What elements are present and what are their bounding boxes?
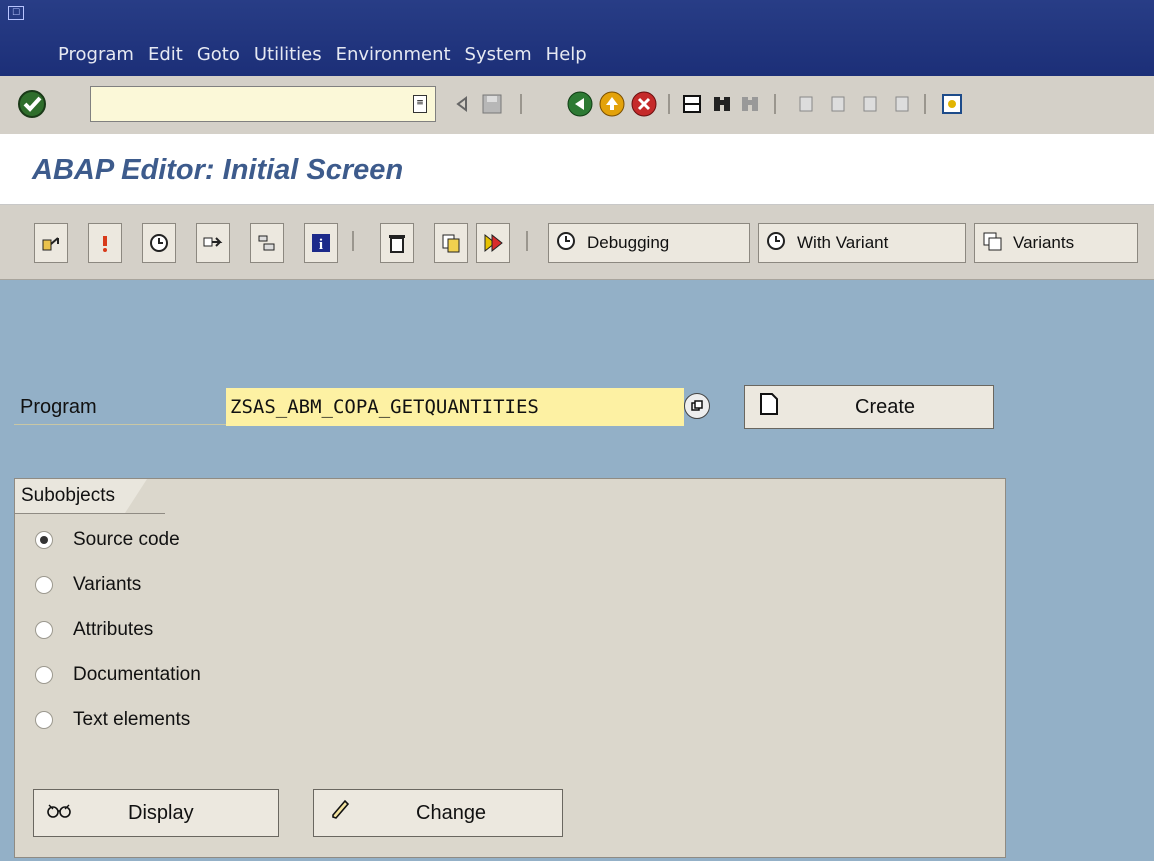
find-icon[interactable] xyxy=(708,90,736,118)
group-tab-edge xyxy=(15,513,165,514)
debugging-label: Debugging xyxy=(587,233,670,252)
change-button[interactable]: Change xyxy=(313,789,563,837)
radio-button[interactable] xyxy=(35,666,53,684)
pencil-icon xyxy=(328,798,352,828)
svg-text:i: i xyxy=(319,237,323,253)
radio-button[interactable] xyxy=(35,576,53,594)
radio-label: Variants xyxy=(73,574,142,595)
last-page-icon[interactable] xyxy=(888,90,916,118)
first-page-icon[interactable] xyxy=(792,90,820,118)
menu-edit[interactable]: Edit xyxy=(148,44,183,65)
title-bar: ABAP Editor: Initial Screen xyxy=(0,134,1154,205)
separator xyxy=(526,231,528,251)
menu-program[interactable]: Program xyxy=(58,44,134,65)
previous-page-icon[interactable] xyxy=(824,90,852,118)
radio-source-code[interactable]: Source code xyxy=(35,529,180,551)
info-icon[interactable]: i xyxy=(304,223,338,263)
separator xyxy=(352,231,354,251)
with-variant-button[interactable]: With Variant xyxy=(758,223,966,263)
value-help-icon[interactable] xyxy=(684,393,710,419)
back-icon[interactable] xyxy=(566,90,594,118)
variants-button[interactable]: Variants xyxy=(974,223,1138,263)
find-next-icon[interactable] xyxy=(736,90,764,118)
radio-label: Attributes xyxy=(73,619,154,640)
standard-toolbar: ≡ xyxy=(0,76,1154,135)
delete-icon[interactable] xyxy=(380,223,414,263)
command-field[interactable]: ≡ xyxy=(90,86,436,122)
program-label: Program xyxy=(20,396,97,418)
cancel-icon[interactable] xyxy=(630,90,658,118)
radio-variants[interactable]: Variants xyxy=(35,574,141,596)
check-icon[interactable] xyxy=(88,223,122,263)
radio-attributes[interactable]: Attributes xyxy=(35,619,153,641)
radio-label: Documentation xyxy=(73,664,201,685)
menu-utilities[interactable]: Utilities xyxy=(254,44,322,65)
new-document-icon xyxy=(759,392,779,422)
create-label: Create xyxy=(855,395,916,418)
menu-bar: ☐ Program Edit Goto Utilities Environmen… xyxy=(0,0,1154,76)
debugging-button[interactable]: Debugging xyxy=(548,223,750,263)
copy-icon[interactable] xyxy=(434,223,468,263)
menu-help[interactable]: Help xyxy=(546,44,587,65)
separator xyxy=(774,94,776,114)
exit-icon[interactable] xyxy=(598,90,626,118)
back-arrow-icon[interactable] xyxy=(448,90,476,118)
glasses-icon xyxy=(46,800,72,826)
separator xyxy=(668,94,670,114)
where-used-icon[interactable] xyxy=(34,223,68,263)
execute-icon[interactable] xyxy=(142,223,176,263)
variants-icon xyxy=(981,230,1003,257)
separator xyxy=(520,94,522,114)
other-object-icon[interactable] xyxy=(250,223,284,263)
menu-environment[interactable]: Environment xyxy=(336,44,451,65)
radio-button[interactable] xyxy=(35,711,53,729)
radio-button[interactable] xyxy=(35,621,53,639)
menu-system[interactable]: System xyxy=(465,44,532,65)
radio-text-elements[interactable]: Text elements xyxy=(35,709,190,731)
label-underline xyxy=(14,424,226,425)
create-session-icon[interactable] xyxy=(938,90,966,118)
clock-icon xyxy=(765,230,787,257)
rename-icon[interactable] xyxy=(476,223,510,263)
radio-label: Text elements xyxy=(73,709,191,730)
create-button[interactable]: Create xyxy=(744,385,994,429)
menu-goto[interactable]: Goto xyxy=(197,44,240,65)
command-history-icon[interactable]: ≡ xyxy=(413,95,427,113)
system-menu-icon[interactable]: ☐ xyxy=(8,6,24,20)
program-input[interactable] xyxy=(226,388,684,426)
radio-button[interactable] xyxy=(35,531,53,549)
radio-label: Source code xyxy=(73,529,180,550)
application-toolbar: i Debugging With Variant Variants xyxy=(0,205,1154,280)
with-variant-label: With Variant xyxy=(797,233,889,252)
display-label: Display xyxy=(128,801,194,824)
change-label: Change xyxy=(416,801,487,824)
variants-label: Variants xyxy=(1013,233,1075,252)
enter-icon[interactable] xyxy=(12,84,52,124)
next-page-icon[interactable] xyxy=(856,90,884,118)
clock-icon xyxy=(555,230,577,257)
radio-documentation[interactable]: Documentation xyxy=(35,664,201,686)
subobjects-group: Subobjects Source code Variants Attribut… xyxy=(14,478,1006,858)
print-icon[interactable] xyxy=(678,90,706,118)
page-title: ABAP Editor: Initial Screen xyxy=(32,154,404,186)
separator xyxy=(924,94,926,114)
menu: Program Edit Goto Utilities Environment … xyxy=(58,44,587,65)
subobjects-title: Subobjects xyxy=(15,479,147,513)
display-button[interactable]: Display xyxy=(33,789,279,837)
save-icon[interactable] xyxy=(478,90,506,118)
test-icon[interactable] xyxy=(196,223,230,263)
